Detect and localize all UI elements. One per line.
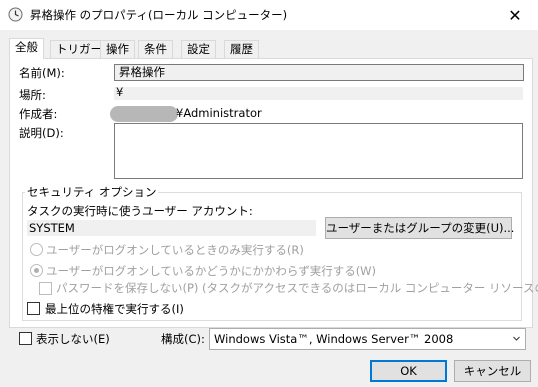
ok-button[interactable]: OK [370,360,447,382]
task-clock-icon [8,7,23,22]
hidden-label: 表示しない(E) [36,332,110,346]
configure-select[interactable]: Windows Vista™, Windows Server™ 2008 [209,328,526,350]
do-not-store-password-checkbox[interactable] [39,282,52,295]
do-not-store-password-label: パスワードを保存しない(P) (タスクがアクセスできるのはローカル コンピュータ… [56,281,538,295]
radio-logged-on-any-label: ユーザーがログオンしているかどうかにかかわらず実行する(W) [46,264,377,278]
radio-logged-on-any[interactable] [30,264,43,277]
configure-value: Windows Vista™, Windows Server™ 2008 [214,332,454,346]
name-field[interactable]: 昇格操作 [114,64,524,81]
radio-logged-on-only[interactable] [30,243,43,256]
security-options-title: セキュリティ オプション [25,184,159,200]
redacted-author-domain [110,106,178,122]
tab-history[interactable]: 履歴 [224,40,259,58]
location-value: ¥ [116,85,124,99]
properties-dialog: 昇格操作 のプロパティ(ローカル コンピューター) ✕ 全般 トリガー 操作 条… [0,0,538,387]
chevron-down-icon [513,336,520,341]
description-label: 説明(D): [19,126,64,140]
account-value: SYSTEM [29,221,75,235]
highest-privileges-label: 最上位の特権で実行する(I) [45,302,184,316]
radio-selected-dot [34,268,39,273]
tab-settings[interactable]: 設定 [181,40,216,58]
name-value: 昇格操作 [119,65,165,79]
close-icon: ✕ [508,5,522,25]
author-label: 作成者: [19,107,58,121]
general-tab-panel: 名前(M): 昇格操作 場所: ¥ 作成者: ¥Administrator 説明… [9,58,538,328]
tab-general[interactable]: 全般 [9,38,44,59]
cancel-button[interactable]: キャンセル [454,360,531,382]
close-button[interactable]: ✕ [492,0,538,30]
author-value: ¥Administrator [176,106,262,120]
location-field [114,87,523,100]
account-prompt: タスクの実行時に使うユーザー アカウント: [27,204,253,218]
description-textarea[interactable] [114,123,523,179]
radio-logged-on-only-label: ユーザーがログオンしているときのみ実行する(R) [46,243,304,257]
tab-actions[interactable]: 操作 [100,40,135,58]
hidden-checkbox[interactable] [19,332,32,345]
window-title: 昇格操作 のプロパティ(ローカル コンピューター) [30,8,288,22]
tab-conditions[interactable]: 条件 [138,40,173,58]
name-label: 名前(M): [19,66,65,80]
configure-label: 構成(C): [161,332,205,346]
change-user-button[interactable]: ユーザーまたはグループの変更(U)... [325,217,514,239]
title-bar: 昇格操作 のプロパティ(ローカル コンピューター) ✕ [0,0,538,30]
location-label: 場所: [19,88,46,102]
highest-privileges-checkbox[interactable] [27,302,40,315]
